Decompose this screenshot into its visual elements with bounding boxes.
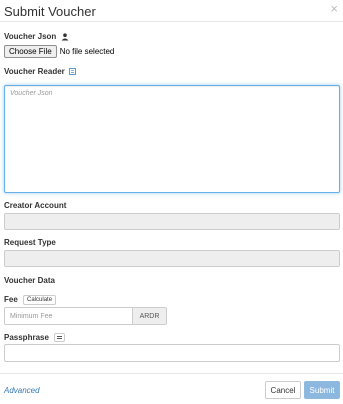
creator-account-label: Creator Account: [4, 201, 67, 210]
voucher-json-textarea[interactable]: Voucher Json: [4, 85, 340, 193]
modal-footer: Advanced Cancel Submit: [0, 373, 343, 404]
upload-user-icon: [61, 33, 69, 41]
fee-label: Fee Calculate: [4, 295, 57, 305]
file-input[interactable]: Choose File No file selected: [4, 45, 114, 58]
advanced-link[interactable]: Advanced: [4, 386, 40, 395]
fee-input[interactable]: Minimum Fee: [4, 307, 133, 325]
keyboard-icon[interactable]: [54, 333, 66, 343]
fee-input-group: Minimum Fee ARDR: [4, 307, 167, 325]
cancel-button[interactable]: Cancel: [265, 381, 301, 399]
choose-file-button[interactable]: Choose File: [4, 45, 57, 58]
voucher-json-placeholder: Voucher Json: [10, 90, 53, 97]
request-type-label: Request Type: [4, 238, 56, 247]
close-icon[interactable]: ×: [330, 2, 338, 16]
modal-title: Submit Voucher: [4, 4, 96, 19]
voucher-data-label: Voucher Data: [4, 276, 55, 285]
passphrase-label: Passphrase: [4, 333, 66, 343]
fee-currency-addon: ARDR: [133, 307, 167, 325]
submit-button[interactable]: Submit: [304, 381, 340, 399]
calculate-fee-button[interactable]: Calculate: [23, 295, 57, 305]
voucher-json-label-text: Voucher Json: [4, 32, 57, 41]
voucher-json-label: Voucher Json: [4, 32, 69, 41]
fee-placeholder: Minimum Fee: [10, 312, 53, 320]
passphrase-label-text: Passphrase: [4, 333, 49, 342]
file-status: No file selected: [59, 47, 115, 56]
creator-account-field: [4, 213, 340, 230]
fee-label-text: Fee: [4, 295, 18, 305]
request-type-field: [4, 250, 340, 267]
qr-reader-icon[interactable]: [69, 68, 76, 76]
voucher-reader-label: Voucher Reader: [4, 67, 76, 76]
voucher-reader-label-text: Voucher Reader: [4, 67, 65, 76]
modal-header: Submit Voucher ×: [0, 0, 343, 22]
passphrase-input[interactable]: [4, 344, 340, 362]
